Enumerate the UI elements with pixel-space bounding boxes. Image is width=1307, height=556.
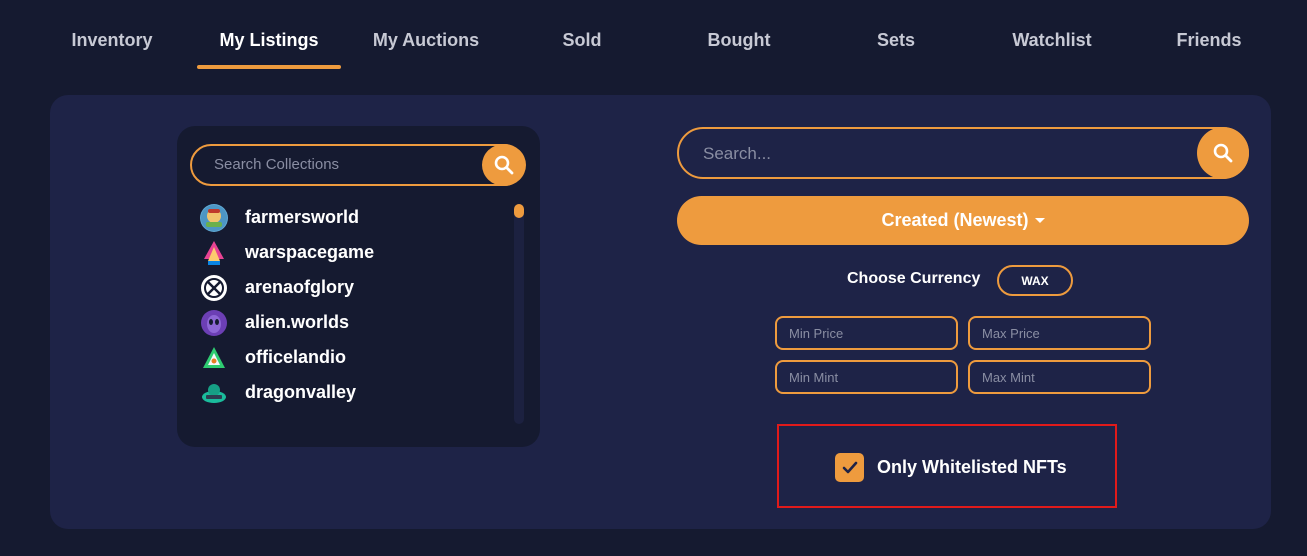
min-mint-input[interactable]: Min Mint: [789, 370, 838, 385]
tab-my-auctions[interactable]: My Auctions: [362, 30, 490, 70]
collections-filter: Search Collections farmersworld warspace…: [177, 126, 540, 447]
alienworlds-logo-icon: [200, 309, 228, 337]
tab-bought[interactable]: Bought: [697, 30, 781, 70]
currency-label: Choose Currency: [847, 270, 981, 287]
collection-item-farmersworld[interactable]: farmersworld: [200, 200, 500, 235]
search-icon: [1213, 143, 1233, 163]
tab-my-listings[interactable]: My Listings: [197, 30, 341, 70]
scrollbar-thumb[interactable]: [514, 204, 524, 218]
currency-value: WAX: [1021, 273, 1049, 288]
asset-search-field[interactable]: Search...: [677, 127, 1249, 179]
sort-dropdown-button[interactable]: Created (Newest): [677, 196, 1249, 245]
collection-label: alien.worlds: [245, 312, 350, 332]
asset-search-input[interactable]: Search...: [703, 144, 771, 164]
max-price-input[interactable]: Max Price: [982, 326, 1040, 341]
search-icon: [494, 155, 514, 175]
collection-label: warspacegame: [245, 242, 375, 262]
arenaofglory-logo-icon: [200, 274, 228, 302]
tab-label: Friends: [1176, 30, 1242, 50]
collection-label: dragonvalley: [245, 382, 357, 402]
tab-label: Sold: [562, 30, 602, 50]
active-tab-underline: [197, 65, 341, 69]
tab-label: My Listings: [219, 30, 319, 50]
tab-label: Watchlist: [1012, 30, 1092, 50]
min-mint-field[interactable]: Min Mint: [775, 360, 958, 394]
whitelist-checkbox[interactable]: [835, 453, 864, 482]
collection-item-warspacegame[interactable]: warspacegame: [200, 235, 500, 270]
whitelist-label: Only Whitelisted NFTs: [877, 457, 1067, 477]
max-mint-field[interactable]: Max Mint: [968, 360, 1151, 394]
collection-item-alien-worlds[interactable]: alien.worlds: [200, 305, 500, 340]
collection-search-button[interactable]: [482, 144, 526, 186]
min-price-input[interactable]: Min Price: [789, 326, 843, 341]
currency-selector[interactable]: WAX: [997, 265, 1073, 296]
caret-down-icon: [1034, 218, 1045, 223]
tab-label: My Auctions: [372, 30, 480, 50]
max-price-field[interactable]: Max Price: [968, 316, 1151, 350]
asset-search-button[interactable]: [1197, 127, 1249, 179]
collection-search-input[interactable]: Search Collections: [214, 156, 339, 173]
sort-label: Created (Newest): [881, 210, 1029, 230]
collection-label: farmersworld: [245, 207, 360, 227]
warspacegame-logo-icon: [200, 239, 228, 267]
checkmark-icon: [842, 461, 857, 473]
max-mint-input[interactable]: Max Mint: [982, 370, 1035, 385]
dragonvalley-logo-icon: [200, 379, 228, 407]
listing-tabs: Inventory My Listings My Auctions Sold B…: [0, 0, 1307, 70]
collection-search-field[interactable]: Search Collections: [190, 144, 526, 186]
tab-label: Bought: [707, 30, 771, 50]
collection-item-arenaofglory[interactable]: arenaofglory: [200, 270, 500, 305]
tab-watchlist[interactable]: Watchlist: [1002, 30, 1102, 70]
tab-sold[interactable]: Sold: [540, 30, 624, 70]
collection-label: arenaofglory: [245, 277, 355, 297]
tab-label: Sets: [876, 30, 916, 50]
tab-friends[interactable]: Friends: [1167, 30, 1251, 70]
min-price-field[interactable]: Min Price: [775, 316, 958, 350]
collection-item-officelandio[interactable]: officelandio: [200, 340, 500, 375]
tab-label: Inventory: [71, 30, 153, 50]
collection-list-scrollbar[interactable]: [514, 204, 524, 424]
collection-label: officelandio: [245, 347, 347, 367]
collection-item-dragonvalley[interactable]: dragonvalley: [200, 375, 500, 410]
farmersworld-logo-icon: [200, 203, 228, 232]
tab-sets[interactable]: Sets: [854, 30, 938, 70]
officelandio-logo-icon: [200, 344, 228, 372]
tab-inventory[interactable]: Inventory: [61, 30, 163, 70]
